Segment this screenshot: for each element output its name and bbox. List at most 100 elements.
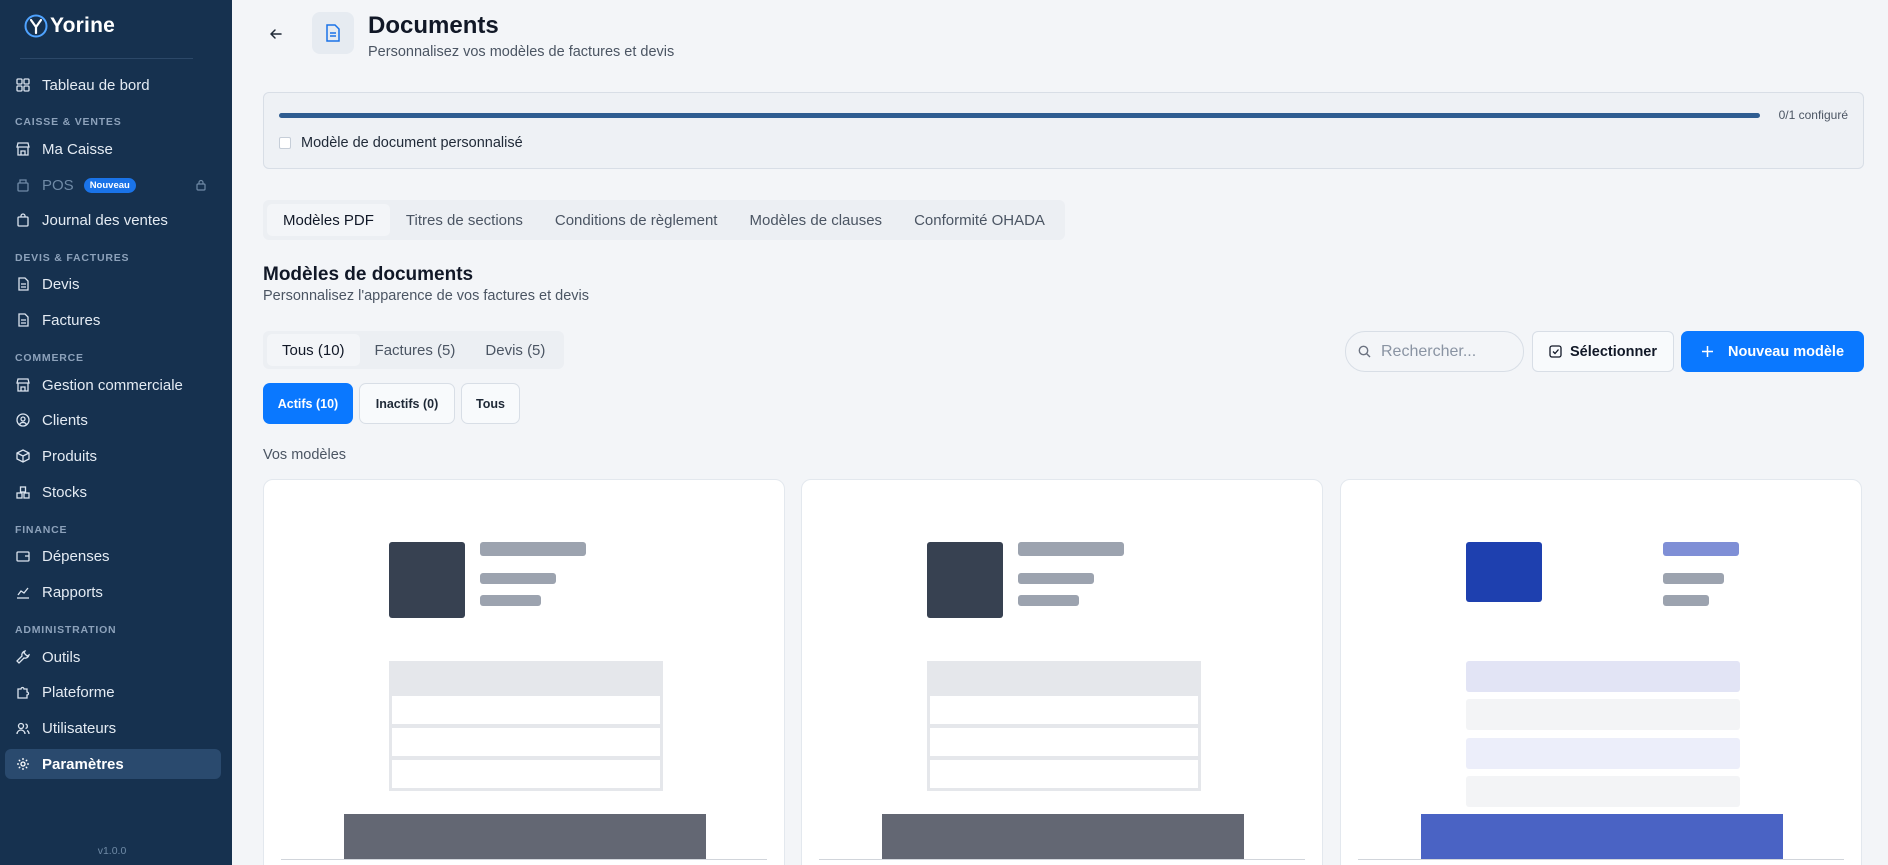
yorine-logo-icon <box>24 14 48 38</box>
filter-tab-devis[interactable]: Devis (5) <box>470 334 560 366</box>
template-card[interactable] <box>801 479 1323 865</box>
settings-tabs: Modèles PDF Titres de sections Condition… <box>263 200 1065 240</box>
progress-bar-fill <box>279 113 1760 118</box>
sidebar-item-depenses[interactable]: Dépenses <box>5 541 221 571</box>
section-title-sales: CAISSE & VENTES <box>15 116 122 128</box>
divider <box>20 58 193 59</box>
tab-conditions-reglement[interactable]: Conditions de règlement <box>539 204 734 236</box>
sidebar-item-produits[interactable]: Produits <box>5 441 221 471</box>
section-title: Modèles de documents <box>263 264 474 285</box>
sidebar-item-label: POS <box>42 176 74 194</box>
sidebar-item-outils[interactable]: Outils <box>5 642 221 672</box>
sidebar-item-stocks[interactable]: Stocks <box>5 477 221 507</box>
preview-table-row <box>927 757 1201 791</box>
sidebar-item-label: Ma Caisse <box>42 140 113 158</box>
preview-text-bar <box>480 595 541 606</box>
type-filter-tabs: Tous (10) Factures (5) Devis (5) <box>263 331 565 369</box>
checklist-item-label: Modèle de document personnalisé <box>301 135 523 151</box>
search-input[interactable] <box>1381 342 1511 361</box>
section-title-commerce: COMMERCE <box>15 352 84 364</box>
checkbox[interactable] <box>279 137 291 149</box>
setup-progress-card: 0/1 configuré Modèle de document personn… <box>263 92 1864 169</box>
sidebar-item-label: Factures <box>42 311 101 329</box>
tab-titres-sections[interactable]: Titres de sections <box>390 204 539 236</box>
wallet-icon <box>16 551 30 562</box>
sidebar-item-label: Clients <box>42 411 88 429</box>
divider <box>819 859 1305 860</box>
preview-logo-block <box>389 542 465 618</box>
template-card[interactable] <box>1340 479 1862 865</box>
filter-tab-factures[interactable]: Factures (5) <box>360 334 471 366</box>
invoice-icon <box>18 313 29 327</box>
preview-title-bar <box>1018 542 1124 556</box>
preview-table-row <box>389 693 663 727</box>
preview-table-row <box>927 693 1201 727</box>
sidebar-item-pos[interactable]: POS Nouveau <box>5 170 221 200</box>
section-title-quotes: DEVIS & FACTURES <box>15 252 130 264</box>
puzzle-icon <box>17 686 30 699</box>
tab-modeles-pdf[interactable]: Modèles PDF <box>267 204 390 236</box>
preview-title-bar <box>1663 542 1739 556</box>
preview-table-row <box>1466 776 1740 807</box>
tab-modeles-clauses[interactable]: Modèles de clauses <box>733 204 898 236</box>
logo[interactable]: Yorine <box>24 14 115 38</box>
sidebar-item-caisse[interactable]: Ma Caisse <box>5 134 221 164</box>
gear-icon <box>17 758 29 770</box>
status-filter-inactive[interactable]: Inactifs (0) <box>359 383 455 424</box>
filter-tab-all[interactable]: Tous (10) <box>267 334 360 366</box>
progress-text: 0/1 configuré <box>1778 108 1848 122</box>
sidebar-item-label: Stocks <box>42 483 88 501</box>
preview-text-bar <box>1663 595 1709 606</box>
checkbox-check-icon <box>1549 345 1562 358</box>
checklist-item[interactable]: Modèle de document personnalisé <box>279 135 523 151</box>
sidebar-item-utilisateurs[interactable]: Utilisateurs <box>5 713 221 743</box>
document-icon <box>326 24 340 42</box>
dashboard-icon <box>16 78 30 92</box>
page-subtitle: Personnalisez vos modèles de factures et… <box>368 44 675 60</box>
back-arrow-icon[interactable] <box>266 24 286 44</box>
new-model-button[interactable]: Nouveau modèle <box>1681 331 1864 372</box>
section-title-finance: FINANCE <box>15 524 68 536</box>
sidebar-item-journal[interactable]: Journal des ventes <box>5 205 221 235</box>
chart-line-icon <box>17 587 29 599</box>
sidebar-item-label: Dépenses <box>42 547 110 565</box>
sidebar-item-label: Utilisateurs <box>42 719 117 737</box>
sidebar-item-rapports[interactable]: Rapports <box>5 577 221 607</box>
sidebar-item-gestion[interactable]: Gestion commerciale <box>5 370 221 400</box>
preview-logo-block <box>927 542 1003 618</box>
new-badge: Nouveau <box>83 177 136 193</box>
preview-footer-block <box>882 814 1244 860</box>
tab-conformite-ohada[interactable]: Conformité OHADA <box>898 204 1061 236</box>
sidebar-item-label: Produits <box>42 447 98 465</box>
preview-table-row <box>389 757 663 791</box>
sidebar-item-devis[interactable]: Devis <box>5 269 221 299</box>
section-subtitle: Personnalisez l'apparence de vos facture… <box>263 288 589 304</box>
progress-bar <box>279 113 1760 118</box>
users-icon <box>16 722 30 735</box>
template-card[interactable] <box>263 479 785 865</box>
sidebar-item-label: Journal des ventes <box>42 211 168 229</box>
new-model-button-label: Nouveau modèle <box>1727 343 1845 360</box>
status-filter-all[interactable]: Tous <box>461 383 520 424</box>
page-title: Documents <box>368 12 499 39</box>
select-button[interactable]: Sélectionner <box>1532 331 1674 372</box>
status-filter-active[interactable]: Actifs (10) <box>263 383 353 424</box>
wrench-icon <box>16 650 30 664</box>
sidebar-item-label: Paramètres <box>42 755 124 773</box>
document-icon <box>18 277 29 291</box>
boxes-icon <box>16 486 30 499</box>
pos-icon <box>17 179 29 192</box>
shopping-bag-icon <box>17 213 29 227</box>
sidebar-item-dashboard[interactable]: Tableau de bord <box>5 70 221 100</box>
preview-logo-block <box>1466 542 1542 602</box>
sidebar-item-clients[interactable]: Clients <box>5 405 221 435</box>
sidebar-item-label: Tableau de bord <box>42 76 150 94</box>
box-icon <box>16 449 30 463</box>
sidebar-item-parametres[interactable]: Paramètres <box>5 749 221 779</box>
preview-title-bar <box>480 542 586 556</box>
preview-table-header <box>1466 661 1740 692</box>
sidebar: Yorine Tableau de bord CAISSE & VENTES M… <box>0 0 232 865</box>
sidebar-item-plateforme[interactable]: Plateforme <box>5 677 221 707</box>
sidebar-item-factures[interactable]: Factures <box>5 305 221 335</box>
preview-text-bar <box>1018 595 1079 606</box>
